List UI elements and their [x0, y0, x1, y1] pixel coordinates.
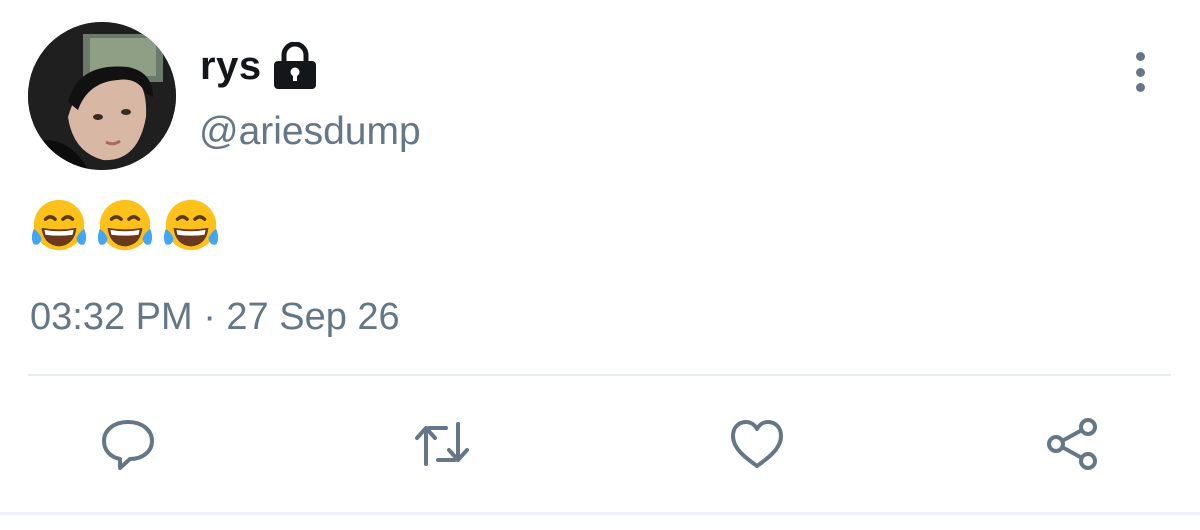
reply-button[interactable] [96, 412, 160, 476]
display-name[interactable]: rys [200, 44, 262, 89]
face-with-tears-of-joy-icon [160, 194, 222, 256]
more-vertical-icon [1135, 52, 1145, 61]
avatar[interactable] [28, 22, 176, 170]
face-with-tears-of-joy-icon [28, 194, 90, 256]
more-vertical-icon-dot [1135, 83, 1145, 92]
face-with-tears-of-joy-icon [94, 194, 156, 256]
like-button[interactable] [725, 412, 789, 476]
tweet-card: rys @ariesdump 03:32 PM · 27 Sep 26 [0, 0, 1200, 530]
retweet-button[interactable] [410, 412, 474, 476]
more-options-button[interactable] [1120, 50, 1160, 94]
user-handle[interactable]: @ariesdump [199, 110, 421, 154]
tweet-text [28, 193, 222, 257]
reply-icon [102, 420, 154, 470]
share-icon [1047, 418, 1097, 470]
divider [28, 374, 1171, 376]
more-vertical-icon-dot [1135, 67, 1145, 77]
heart-icon [731, 420, 783, 468]
share-button[interactable] [1040, 412, 1104, 476]
display-name-row: rys [200, 40, 318, 92]
tweet-timestamp[interactable]: 03:32 PM · 27 Sep 26 [30, 296, 400, 339]
bottom-divider [0, 512, 1200, 515]
lock-icon [272, 41, 318, 90]
retweet-icon [415, 422, 469, 466]
